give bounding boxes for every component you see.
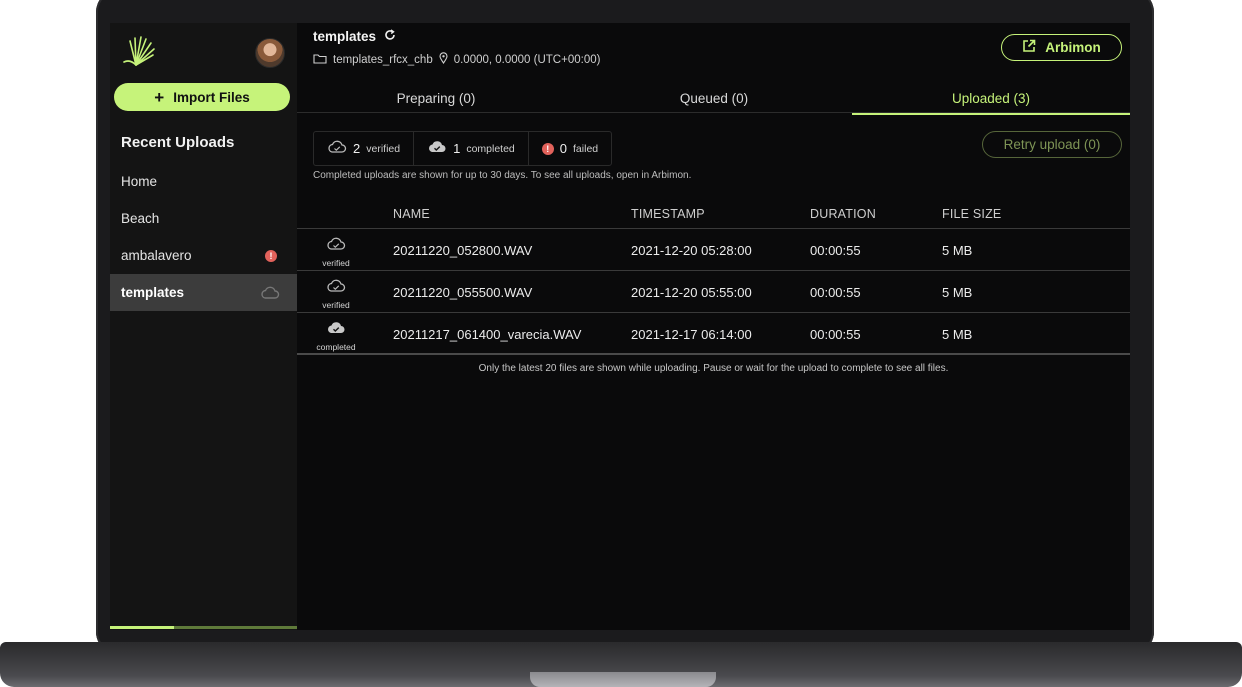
retention-note: Completed uploads are shown for up to 30… [313,170,692,181]
error-icon: ! [541,142,554,155]
column-header-timestamp[interactable]: TIMESTAMP [631,207,705,221]
table-row[interactable]: verified 20211220_052800.WAV 2021-12-20 … [297,229,1130,271]
location-pin-icon [439,52,448,67]
file-duration: 00:00:55 [810,327,861,342]
sidebar-item-label: Home [121,174,158,189]
file-size: 5 MB [942,327,973,342]
file-size: 5 MB [942,243,973,258]
file-timestamp: 2021-12-20 05:55:00 [631,285,752,300]
summary-verified: 2 verified [314,132,415,165]
upload-summary: 2 verified 1 completed ! 0 failed [313,131,613,166]
sidebar-item-ambalavero[interactable]: ambalavero ! [110,237,297,274]
sidebar-item-label: ambalavero [121,248,192,263]
verified-label: verified [366,142,401,155]
recent-uploads-heading: Recent Uploads [121,134,235,151]
cloud-check-icon [427,140,447,157]
site-location: 0.0000, 0.0000 (UTC+00:00) [453,53,601,66]
cloud-outline-icon [326,279,346,298]
main-panel: templates templates_rfcx_chb 0.0000, 0.0… [297,23,1130,630]
retry-upload-button[interactable]: Retry upload (0) [982,131,1122,158]
table-header: NAME TIMESTAMP DURATION FILE SIZE [297,201,1130,229]
refresh-icon[interactable] [384,29,396,44]
laptop-notch [530,672,716,687]
site-name: templates_rfcx_chb [333,53,433,66]
upload-progress-fill [110,626,174,629]
file-size: 5 MB [942,285,973,300]
status-label: completed [316,342,356,352]
file-name: 20211220_052800.WAV [393,243,533,258]
footer-note: Only the latest 20 files are shown while… [478,363,949,374]
status-label: verified [322,300,350,310]
cloud-check-icon [326,321,346,340]
file-duration: 00:00:55 [810,243,861,258]
completed-count: 1 [453,141,461,156]
avatar[interactable] [255,38,285,68]
failed-label: failed [573,142,599,155]
table-row[interactable]: verified 20211220_055500.WAV 2021-12-20 … [297,271,1130,313]
upload-tabs: Preparing (0) Queued (0) Uploaded (3) [297,83,1130,115]
open-arbimon-button[interactable]: Arbimon [1001,34,1122,61]
import-files-label: Import Files [173,89,250,105]
status-cell: verified [307,279,365,310]
sidebar-item-label: Beach [121,211,160,226]
file-name: 20211217_061400_varecia.WAV [393,327,582,342]
summary-completed: 1 completed [414,132,529,165]
completed-label: completed [466,142,515,155]
sidebar-item-home[interactable]: Home [110,163,297,200]
tab-preparing[interactable]: Preparing (0) [297,83,575,113]
verified-count: 2 [353,141,361,156]
status-cell: verified [307,237,365,268]
uploads-table: NAME TIMESTAMP DURATION FILE SIZE verifi… [297,201,1130,355]
column-header-duration[interactable]: DURATION [810,207,876,221]
cloud-outline-icon [327,140,347,157]
sidebar-item-templates[interactable]: templates [110,274,297,311]
file-timestamp: 2021-12-17 06:14:00 [631,327,752,342]
tab-queued[interactable]: Queued (0) [575,83,853,113]
upload-progress-bar [110,626,297,629]
sidebar-item-beach[interactable]: Beach [110,200,297,237]
logo-icon [122,35,156,69]
file-name: 20211220_055500.WAV [393,285,533,300]
column-header-name[interactable]: NAME [393,207,430,221]
column-header-file-size[interactable]: FILE SIZE [942,207,1001,221]
summary-failed: ! 0 failed [529,132,611,165]
page-title-text: templates [313,29,377,44]
file-duration: 00:00:55 [810,285,861,300]
page-title: templates [313,29,396,44]
table-row[interactable]: completed 20211217_061400_varecia.WAV 20… [297,313,1130,355]
status-cell: completed [307,321,365,352]
plus-icon: + [154,87,165,107]
sidebar: + Import Files Recent Uploads Home Beach… [110,23,297,630]
cloud-outline-icon [260,286,280,303]
sidebar-item-label: templates [121,285,185,300]
file-timestamp: 2021-12-20 05:28:00 [631,243,752,258]
site-info: templates_rfcx_chb 0.0000, 0.0000 (UTC+0… [313,52,600,67]
app-window: + Import Files Recent Uploads Home Beach… [110,23,1130,630]
folder-icon [313,53,327,67]
tab-uploaded[interactable]: Uploaded (3) [852,83,1130,115]
failed-count: 0 [559,141,568,156]
error-badge-icon: ! [265,250,277,262]
status-label: verified [322,258,350,268]
external-link-icon [1022,39,1036,56]
import-files-button[interactable]: + Import Files [114,83,290,111]
arbimon-label: Arbimon [1045,40,1101,55]
cloud-outline-icon [326,237,346,256]
